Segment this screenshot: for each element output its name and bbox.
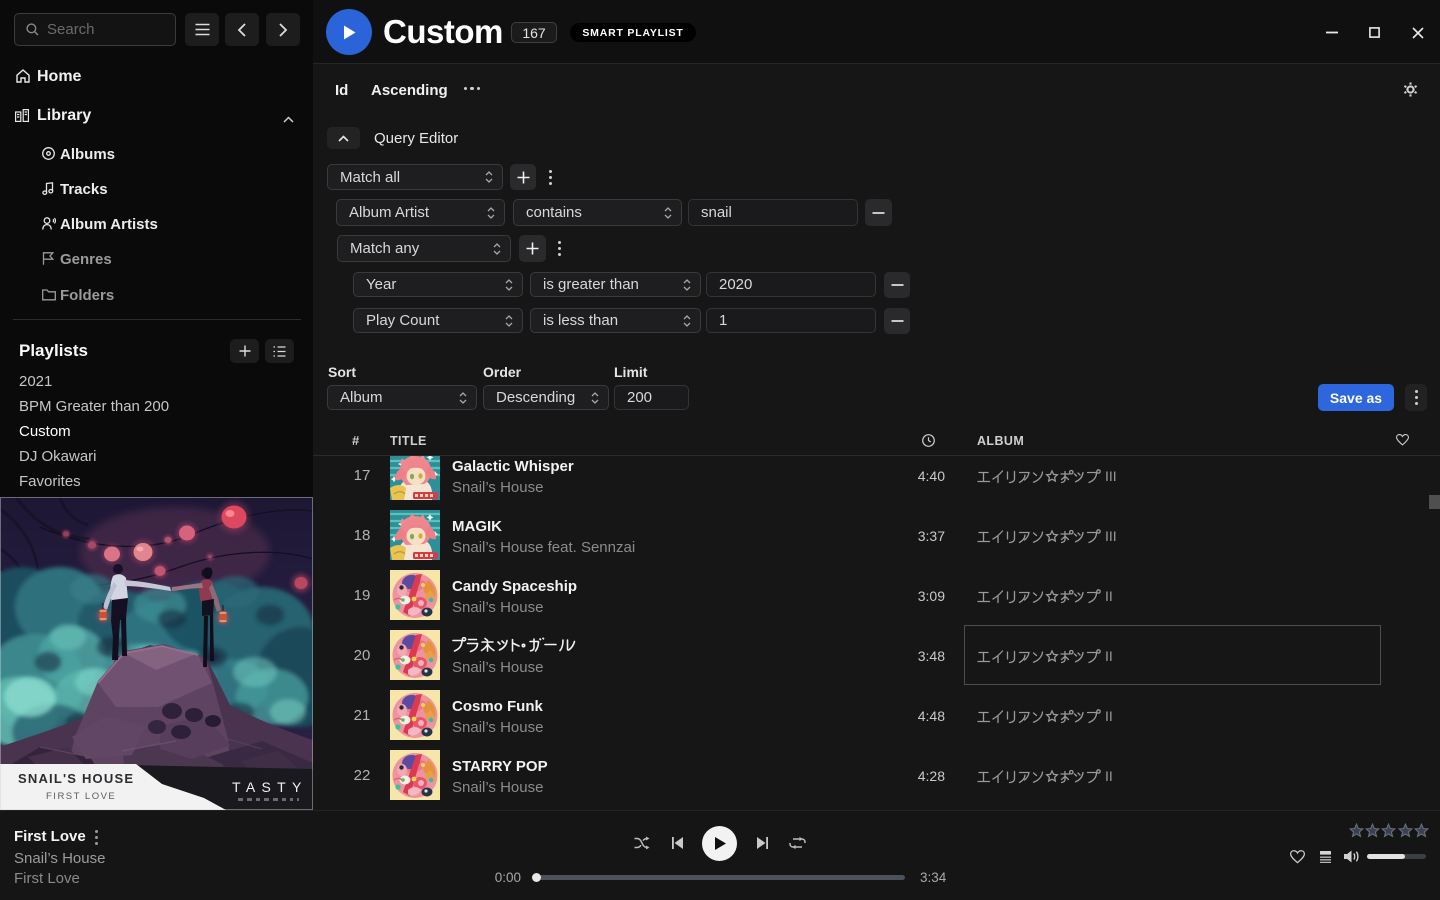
svg-text:FIRST LOVE: FIRST LOVE — [46, 791, 116, 802]
svg-text:SNAIL'S HOUSE: SNAIL'S HOUSE — [18, 771, 134, 786]
svg-text:TASTY: TASTY — [232, 779, 308, 795]
